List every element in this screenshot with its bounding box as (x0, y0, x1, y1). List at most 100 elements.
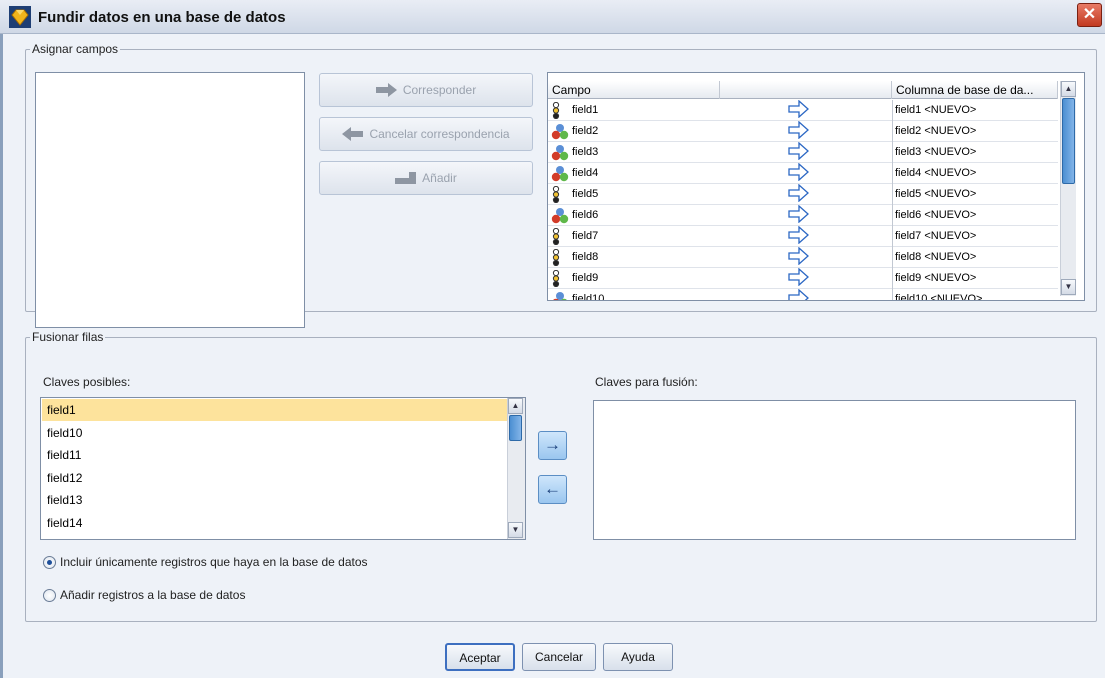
db-column-cell[interactable]: field7 <NUEVO> (892, 226, 1058, 247)
table-row[interactable]: field8 field8 <NUEVO> (548, 247, 1058, 268)
map-arrow-icon (788, 163, 809, 182)
table-row[interactable]: field10 field10 <NUEVO> (548, 289, 1058, 301)
table-row[interactable]: field3 field3 <NUEVO> (548, 142, 1058, 163)
db-column-cell[interactable]: field5 <NUEVO> (892, 184, 1058, 205)
table-scrollbar[interactable]: ▲ ▼ (1060, 81, 1076, 296)
db-column-cell[interactable]: field10 <NUEVO> (892, 289, 1058, 300)
table-row[interactable]: field7 field7 <NUEVO> (548, 226, 1058, 247)
close-button[interactable]: ✕ (1077, 3, 1102, 27)
radio-include-only[interactable]: Incluir únicamente registros que haya en… (43, 555, 368, 569)
map-arrow-cell (788, 289, 818, 300)
field-name-cell: field4 (572, 167, 599, 179)
list-item[interactable]: field13 (42, 489, 507, 511)
nominal-icon (551, 166, 569, 182)
arrow-left-icon (342, 127, 364, 141)
add-key-button[interactable]: → (538, 431, 567, 460)
remove-key-button[interactable]: ← (538, 475, 567, 504)
radio-include-only-label: Incluir únicamente registros que haya en… (60, 555, 368, 569)
map-arrow-cell (788, 142, 818, 163)
scroll-up-icon[interactable]: ▲ (508, 398, 523, 414)
db-column-cell[interactable]: field2 <NUEVO> (892, 121, 1058, 142)
map-arrow-icon (788, 226, 809, 245)
map-arrow-cell (788, 268, 818, 289)
scroll-thumb[interactable] (509, 415, 522, 441)
database-gem-icon (9, 6, 31, 28)
help-button[interactable]: Ayuda (603, 643, 673, 671)
map-arrow-icon (788, 289, 809, 300)
merge-keys-list[interactable] (593, 400, 1076, 540)
possible-keys-list[interactable]: field1 field10 field11 field12 field13 field1… (40, 397, 526, 540)
map-arrow-cell (788, 163, 818, 184)
ordinal-icon (552, 249, 560, 266)
radio-unselected-icon[interactable] (43, 588, 56, 602)
map-arrow-icon (788, 142, 809, 161)
window-title: Fundir datos en una base de datos (38, 9, 286, 26)
field-mapping-table[interactable]: Campo Columna de base de da... field1 fie… (547, 72, 1085, 301)
field-name-cell: field10 (572, 293, 605, 301)
add-column-icon (395, 172, 417, 184)
title-bar: Fundir datos en una base de datos ✕ (0, 0, 1105, 34)
add-button-label: Añadir (422, 171, 457, 185)
cancel-button[interactable]: Cancelar (522, 643, 596, 671)
map-arrow-icon (788, 184, 809, 203)
nominal-icon (551, 145, 569, 161)
unmap-button-label: Cancelar correspondencia (369, 127, 510, 141)
field-name-cell: field7 (572, 230, 599, 242)
db-column-cell[interactable]: field1 <NUEVO> (892, 100, 1058, 121)
field-name-cell: field5 (572, 188, 599, 200)
column-header-arrow[interactable] (720, 81, 892, 99)
list-item[interactable]: field14 (42, 512, 507, 534)
map-arrow-icon (788, 268, 809, 287)
map-arrow-cell (788, 121, 818, 142)
merge-dialog: Fundir datos en una base de datos ✕ Asig… (0, 0, 1105, 678)
scroll-down-icon[interactable]: ▼ (508, 522, 523, 538)
merge-keys-label: Claves para fusión: (595, 375, 698, 389)
scroll-up-icon[interactable]: ▲ (1061, 81, 1076, 97)
table-row[interactable]: field9 field9 <NUEVO> (548, 268, 1058, 289)
list-item[interactable]: field11 (42, 444, 507, 466)
field-name-cell: field3 (572, 146, 599, 158)
ordinal-icon (552, 270, 560, 287)
table-row[interactable]: field6 field6 <NUEVO> (548, 205, 1058, 226)
map-button[interactable]: Corresponder (319, 73, 533, 107)
column-header-field[interactable]: Campo (548, 81, 720, 99)
unmap-button[interactable]: Cancelar correspondencia (319, 117, 533, 151)
db-column-cell[interactable]: field3 <NUEVO> (892, 142, 1058, 163)
db-column-cell[interactable]: field8 <NUEVO> (892, 247, 1058, 268)
db-column-cell[interactable]: field4 <NUEVO> (892, 163, 1058, 184)
ok-button[interactable]: Aceptar (445, 643, 515, 671)
nominal-icon (553, 292, 567, 300)
scroll-thumb[interactable] (1062, 98, 1075, 184)
radio-add-records-label: Añadir registros a la base de datos (60, 588, 246, 602)
table-row[interactable]: field5 field5 <NUEVO> (548, 184, 1058, 205)
add-button[interactable]: Añadir (319, 161, 533, 195)
map-arrow-cell (788, 247, 818, 268)
map-arrow-icon (788, 247, 809, 266)
map-arrow-cell (788, 226, 818, 247)
list-item[interactable]: field1 (42, 399, 507, 421)
window-border (0, 34, 3, 678)
column-header-db-column[interactable]: Columna de base de da... (892, 81, 1058, 99)
unmapped-fields-list[interactable] (35, 72, 305, 328)
radio-add-records[interactable]: Añadir registros a la base de datos (43, 588, 245, 602)
db-column-cell[interactable]: field6 <NUEVO> (892, 205, 1058, 226)
ordinal-icon (552, 186, 560, 203)
list-item[interactable]: field10 (42, 422, 507, 444)
field-name-cell: field8 (572, 251, 599, 263)
map-button-label: Corresponder (402, 83, 477, 97)
keys-scrollbar[interactable]: ▲ ▼ (507, 398, 525, 539)
nominal-icon (551, 124, 569, 140)
field-name-cell: field2 (572, 125, 599, 137)
table-row[interactable]: field2 field2 <NUEVO> (548, 121, 1058, 142)
table-row[interactable]: field4 field4 <NUEVO> (548, 163, 1058, 184)
scroll-down-icon[interactable]: ▼ (1061, 279, 1076, 295)
map-arrow-cell (788, 205, 818, 226)
map-arrow-icon (788, 205, 809, 224)
ordinal-icon (552, 228, 560, 245)
assign-fields-legend: Asignar campos (32, 42, 119, 56)
list-item[interactable]: field12 (42, 467, 507, 489)
table-row[interactable]: field1 field1 <NUEVO> (548, 100, 1058, 121)
merge-rows-legend: Fusionar filas (32, 330, 104, 344)
radio-selected-icon[interactable] (43, 555, 56, 569)
db-column-cell[interactable]: field9 <NUEVO> (892, 268, 1058, 289)
